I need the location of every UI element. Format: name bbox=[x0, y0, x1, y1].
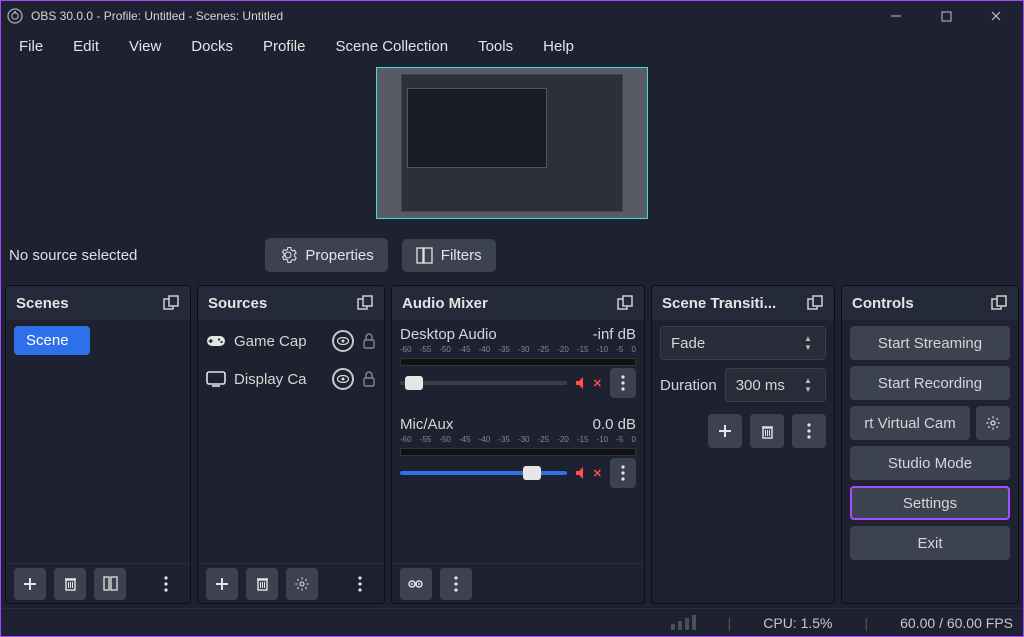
add-source-button[interactable] bbox=[206, 568, 238, 600]
channel-name: Desktop Audio bbox=[400, 326, 497, 343]
filters-icon bbox=[416, 247, 433, 264]
minimize-button[interactable] bbox=[875, 2, 917, 30]
meter-ticks: -60-55-50-45-40-35-30-25-20-15-10-50 bbox=[400, 435, 636, 444]
visibility-toggle[interactable] bbox=[332, 368, 354, 390]
duration-value: 300 ms bbox=[736, 377, 793, 394]
scene-item-active[interactable]: Scene bbox=[14, 326, 90, 355]
filters-button[interactable]: Filters bbox=[402, 239, 496, 272]
controls-title: Controls bbox=[852, 295, 914, 312]
volume-slider[interactable] bbox=[400, 471, 567, 475]
add-transition-button[interactable] bbox=[708, 414, 742, 448]
volume-slider[interactable] bbox=[400, 381, 567, 385]
channel-name: Mic/Aux bbox=[400, 416, 453, 433]
source-menu-button[interactable] bbox=[344, 568, 376, 600]
window-title: OBS 30.0.0 - Profile: Untitled - Scenes:… bbox=[31, 9, 283, 23]
exit-button[interactable]: Exit bbox=[850, 526, 1010, 560]
transition-current: Fade bbox=[671, 335, 793, 352]
obs-logo-icon bbox=[7, 8, 23, 24]
sources-dock: Sources Game Cap Display Ca bbox=[197, 285, 385, 604]
source-label: Display Ca bbox=[234, 371, 324, 388]
transitions-title: Scene Transiti... bbox=[662, 295, 776, 312]
channel-menu-button[interactable] bbox=[610, 368, 636, 398]
visibility-toggle[interactable] bbox=[332, 330, 354, 352]
fps-status: 60.00 / 60.00 FPS bbox=[900, 615, 1013, 631]
maximize-button[interactable] bbox=[925, 2, 967, 30]
delete-scene-button[interactable] bbox=[54, 568, 86, 600]
menu-help[interactable]: Help bbox=[531, 34, 586, 59]
gear-icon bbox=[279, 246, 297, 264]
audio-mixer-dock: Audio Mixer Desktop Audio -inf dB -60-55… bbox=[391, 285, 645, 604]
meter-ticks: -60-55-50-45-40-35-30-25-20-15-10-50 bbox=[400, 345, 636, 354]
virtual-cam-settings-button[interactable] bbox=[976, 406, 1010, 440]
menu-profile[interactable]: Profile bbox=[251, 34, 318, 59]
duration-input[interactable]: 300 ms ▲▼ bbox=[725, 368, 826, 402]
source-settings-button[interactable] bbox=[286, 568, 318, 600]
menu-view[interactable]: View bbox=[117, 34, 173, 59]
channel-level: -inf dB bbox=[593, 326, 636, 343]
preview-frame[interactable] bbox=[376, 67, 648, 219]
sources-title: Sources bbox=[208, 295, 267, 312]
lock-icon[interactable] bbox=[362, 333, 376, 349]
mute-button[interactable]: ✕ bbox=[575, 376, 602, 390]
mute-button[interactable]: ✕ bbox=[575, 466, 602, 480]
add-scene-button[interactable] bbox=[14, 568, 46, 600]
source-label: Game Cap bbox=[234, 333, 324, 350]
start-streaming-button[interactable]: Start Streaming bbox=[850, 326, 1010, 360]
channel-level: 0.0 dB bbox=[593, 416, 636, 433]
scenes-title: Scenes bbox=[16, 295, 69, 312]
preview-area[interactable] bbox=[1, 61, 1023, 229]
studio-mode-button[interactable]: Studio Mode bbox=[850, 446, 1010, 480]
scene-menu-button[interactable] bbox=[150, 568, 182, 600]
gamepad-icon bbox=[206, 334, 226, 348]
virtual-cam-button[interactable]: rt Virtual Cam bbox=[850, 406, 970, 440]
popout-icon[interactable] bbox=[806, 294, 824, 312]
menu-scene-collection[interactable]: Scene Collection bbox=[324, 34, 461, 59]
network-bars-icon bbox=[671, 615, 696, 630]
status-bar: | CPU: 1.5% | 60.00 / 60.00 FPS bbox=[1, 608, 1023, 636]
no-source-label: No source selected bbox=[7, 247, 137, 264]
audio-meter bbox=[400, 448, 636, 456]
audio-menu-button[interactable] bbox=[440, 568, 472, 600]
popout-icon[interactable] bbox=[162, 294, 180, 312]
menu-edit[interactable]: Edit bbox=[61, 34, 111, 59]
start-recording-button[interactable]: Start Recording bbox=[850, 366, 1010, 400]
title-bar: OBS 30.0.0 - Profile: Untitled - Scenes:… bbox=[1, 1, 1023, 31]
properties-button[interactable]: Properties bbox=[265, 238, 387, 272]
select-stepper-icon: ▲▼ bbox=[801, 335, 815, 351]
close-button[interactable] bbox=[975, 2, 1017, 30]
popout-icon[interactable] bbox=[616, 294, 634, 312]
transitions-dock: Scene Transiti... Fade ▲▼ Duration 300 m… bbox=[651, 285, 835, 604]
menu-bar: File Edit View Docks Profile Scene Colle… bbox=[1, 31, 1023, 61]
transition-select[interactable]: Fade ▲▼ bbox=[660, 326, 826, 360]
menu-file[interactable]: File bbox=[7, 34, 55, 59]
audio-meter bbox=[400, 358, 636, 366]
duration-label: Duration bbox=[660, 377, 717, 394]
audio-advanced-button[interactable] bbox=[400, 568, 432, 600]
controls-dock: Controls Start Streaming Start Recording… bbox=[841, 285, 1019, 604]
source-row[interactable]: Display Ca bbox=[206, 364, 376, 394]
delete-transition-button[interactable] bbox=[750, 414, 784, 448]
menu-tools[interactable]: Tools bbox=[466, 34, 525, 59]
popout-icon[interactable] bbox=[356, 294, 374, 312]
audio-channel-desktop: Desktop Audio -inf dB -60-55-50-45-40-35… bbox=[400, 326, 636, 398]
source-toolbar: No source selected Properties Filters bbox=[1, 229, 1023, 281]
lock-icon[interactable] bbox=[362, 371, 376, 387]
scene-filter-button[interactable] bbox=[94, 568, 126, 600]
filters-label: Filters bbox=[441, 247, 482, 264]
properties-label: Properties bbox=[305, 247, 373, 264]
source-row[interactable]: Game Cap bbox=[206, 326, 376, 356]
popout-icon[interactable] bbox=[990, 294, 1008, 312]
settings-button[interactable]: Settings bbox=[850, 486, 1010, 520]
scenes-dock: Scenes Scene bbox=[5, 285, 191, 604]
display-icon bbox=[206, 371, 226, 387]
audio-channel-mic: Mic/Aux 0.0 dB -60-55-50-45-40-35-30-25-… bbox=[400, 416, 636, 488]
channel-menu-button[interactable] bbox=[610, 458, 636, 488]
transition-menu-button[interactable] bbox=[792, 414, 826, 448]
audio-title: Audio Mixer bbox=[402, 295, 488, 312]
cpu-status: CPU: 1.5% bbox=[763, 615, 832, 631]
stepper-icon[interactable]: ▲▼ bbox=[801, 377, 815, 393]
delete-source-button[interactable] bbox=[246, 568, 278, 600]
menu-docks[interactable]: Docks bbox=[179, 34, 245, 59]
